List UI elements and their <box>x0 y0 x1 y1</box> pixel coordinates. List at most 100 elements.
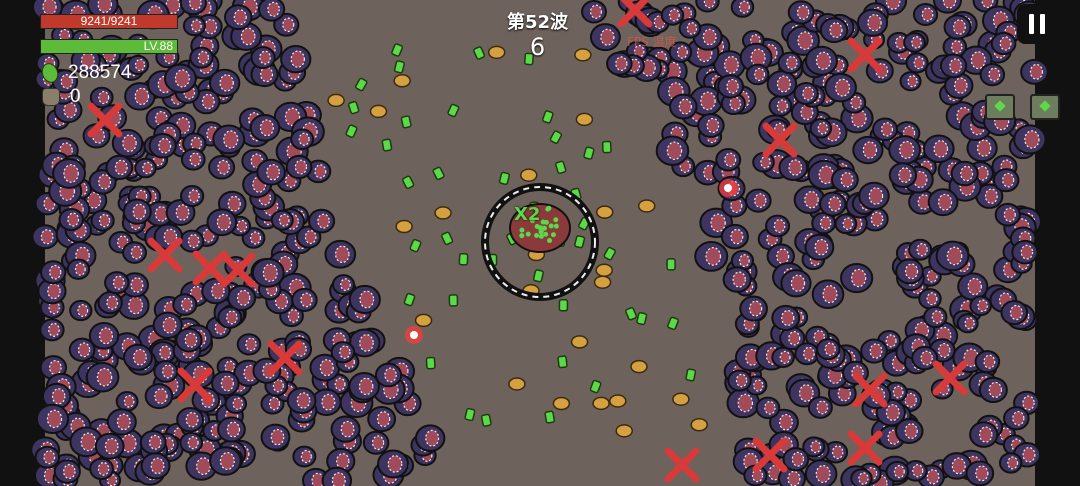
player-spark <box>538 233 544 239</box>
enemy-mouth <box>788 331 801 346</box>
enemy-mouth <box>814 238 829 256</box>
enemy-mouth <box>779 413 793 431</box>
multiplier-text: X2 <box>514 204 541 225</box>
chest-icon[interactable] <box>1030 94 1060 120</box>
enemy-mouth <box>705 246 722 266</box>
level-text: LV.88 <box>143 39 173 53</box>
enemy-mouth <box>1012 410 1025 426</box>
player-spark <box>534 233 540 239</box>
enemy-mouth <box>739 0 750 14</box>
enemy-mouth <box>788 159 803 176</box>
enemy-mouth <box>376 411 391 428</box>
player-spark <box>519 227 525 233</box>
enemy-mouth <box>600 28 615 46</box>
enemy-mouth <box>931 310 943 324</box>
enemy-mouth <box>669 8 680 22</box>
pause-button[interactable] <box>1017 4 1057 44</box>
chest-icon[interactable] <box>985 94 1015 120</box>
enemy-mouth <box>287 309 300 323</box>
enemy-mouth <box>187 234 200 249</box>
enemy-mouth <box>262 263 278 282</box>
enemy-mouth <box>184 332 198 348</box>
enemy-mouth <box>981 0 994 9</box>
enemy-mouth <box>700 91 716 111</box>
gem-drop <box>498 171 510 186</box>
enemy-mouth <box>240 27 256 46</box>
wave-label: 第52波 <box>506 12 569 33</box>
gem-drop <box>544 410 555 424</box>
enemy-mouth <box>181 297 193 312</box>
coin-drop <box>615 424 633 438</box>
enemy-mouth <box>615 56 628 71</box>
gem-icon <box>39 60 61 86</box>
enemy-mouth <box>885 334 897 348</box>
enemy-mouth <box>964 317 975 330</box>
enemy-mouth <box>97 461 110 476</box>
enemy-mouth <box>885 404 900 421</box>
enemy-mouth <box>686 22 698 35</box>
enemy-mouth <box>590 4 602 19</box>
enemy-mouth <box>319 359 334 377</box>
enemy-mouth <box>899 140 915 159</box>
enemy-mouth <box>815 51 832 70</box>
player-spark <box>545 206 551 212</box>
enemy-mouth <box>1020 244 1034 260</box>
gem-drop <box>381 138 393 152</box>
coin-drop <box>508 377 526 391</box>
enemy-mouth <box>340 278 351 291</box>
player-spark <box>543 231 549 237</box>
coin-drop <box>574 48 592 62</box>
enemy-mouth <box>1003 207 1016 222</box>
gem-drop <box>393 60 405 74</box>
enemy-mouth <box>339 345 351 359</box>
health-bar: 9241/9241 <box>40 14 178 29</box>
enemy-mouth <box>359 334 374 352</box>
coin-drop <box>593 275 612 289</box>
coin-drop <box>327 93 345 108</box>
enemy-mouth <box>134 58 146 72</box>
enemy-mouth <box>122 134 137 152</box>
enemy-mouth <box>754 67 766 81</box>
enemy-mouth <box>49 264 62 280</box>
enemy-mouth <box>828 196 842 212</box>
enemy-mouth <box>1009 304 1023 321</box>
enemy-mouth <box>40 229 54 245</box>
gem-drop <box>448 294 459 307</box>
enemy-mouth <box>130 277 144 293</box>
enemy-mouth <box>666 141 683 161</box>
coin-drop <box>570 335 589 349</box>
fps-readout: FPS 温度 <box>627 35 677 49</box>
enemy-mouth <box>835 78 851 97</box>
enemy-mouth <box>278 213 290 227</box>
player-spark <box>525 231 531 237</box>
gem-drop <box>557 355 568 369</box>
enemy-mouth <box>359 290 375 309</box>
gem-drop <box>400 115 412 129</box>
gem-drop <box>601 140 612 154</box>
player-spark <box>553 223 559 229</box>
enemy-mouth <box>158 137 172 154</box>
enemy-mouth <box>371 435 385 451</box>
enemy-mouth <box>867 14 882 32</box>
enemy-mouth <box>335 245 350 264</box>
enemy-mouth <box>48 322 60 337</box>
enemy-mouth <box>47 283 61 300</box>
enemy-mouth <box>219 74 234 92</box>
enemy-mouth <box>829 22 843 39</box>
coin-drop <box>393 74 411 88</box>
enemy-mouth <box>282 17 295 33</box>
enemy-mouth <box>63 464 76 480</box>
enemy-mouth <box>270 428 285 446</box>
enemy-mouth <box>77 304 89 318</box>
enemy-mouth <box>724 152 737 167</box>
enemy-mouth <box>358 377 374 396</box>
enemy-mouth <box>933 140 949 158</box>
gem-drop <box>458 252 469 266</box>
enemy-mouth <box>749 300 763 317</box>
coin-drop <box>672 392 690 406</box>
game-stage[interactable]: 9241/9241 LV.88 288574 0 第52波 6 FPS 温度 X… <box>0 0 1080 486</box>
enemy-mouth <box>979 426 993 443</box>
enemy-mouth <box>702 28 717 46</box>
enemy-mouth <box>802 86 815 101</box>
enemy-mouth <box>904 423 918 439</box>
